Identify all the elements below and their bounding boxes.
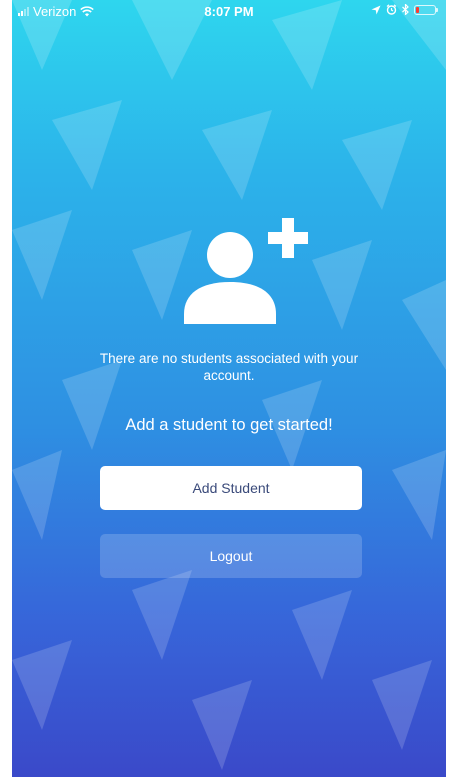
location-icon: [371, 5, 381, 14]
triangle-pattern-background: [12, 0, 446, 770]
status-right: [371, 4, 438, 15]
add-student-button[interactable]: Add Student: [100, 466, 362, 510]
bluetooth-icon: [402, 4, 409, 15]
get-started-text: Add a student to get started!: [125, 416, 333, 434]
alarm-icon: [386, 4, 397, 15]
add-user-icon: [184, 218, 308, 324]
logout-button[interactable]: Logout: [100, 534, 362, 578]
battery-icon: [414, 4, 438, 15]
status-bar: Verizon 8:07 PM: [12, 0, 446, 22]
empty-state-message: There are no students associated with yo…: [99, 351, 359, 383]
app-screen: Verizon 8:07 PM There are no students as…: [12, 0, 446, 777]
